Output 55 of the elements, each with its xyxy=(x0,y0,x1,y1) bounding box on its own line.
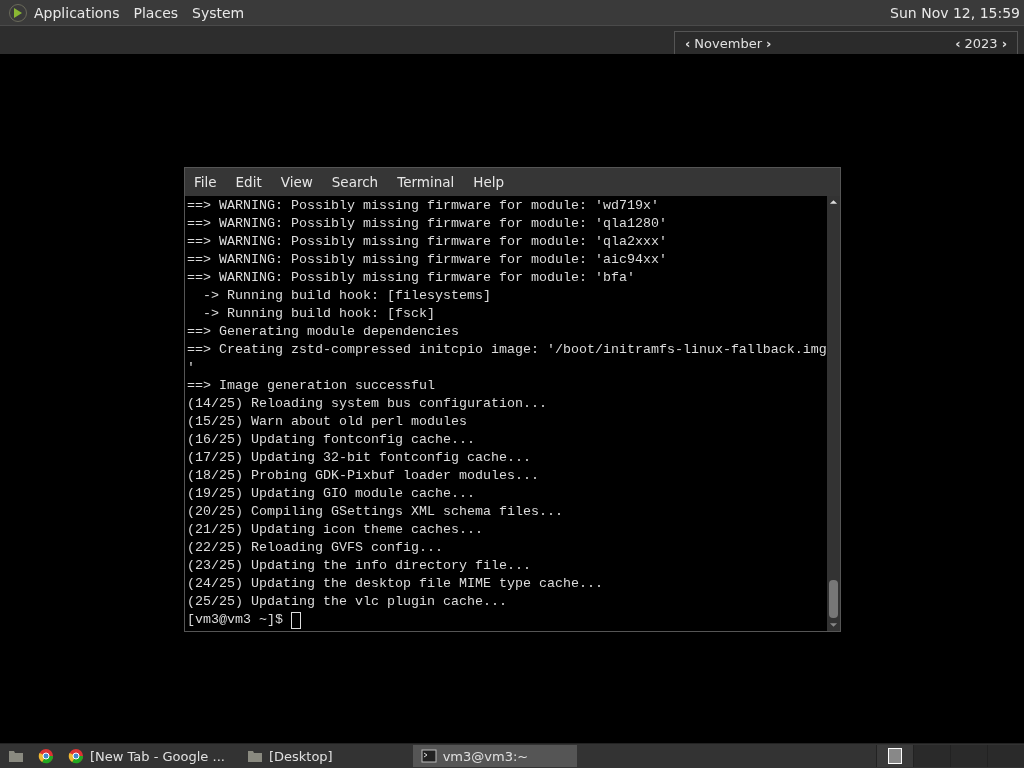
terminal-line: (25/25) Updating the vlc plugin cache... xyxy=(187,593,508,611)
menu-item[interactable]: Edit xyxy=(235,174,262,190)
previous-month-button[interactable]: ‹ xyxy=(681,35,695,51)
workspace-button[interactable] xyxy=(876,745,913,767)
menu-item[interactable]: Search xyxy=(331,174,379,190)
terminal-line: (22/25) Reloading GVFS config... xyxy=(187,539,444,557)
browser-icon xyxy=(68,748,84,764)
terminal-line: ==> Image generation successful xyxy=(187,377,436,395)
terminal-line: ==> WARNING: Possibly missing firmware for module: 'aic94xx' xyxy=(187,251,668,269)
terminal-line: ==> WARNING: Possibly missing firmware for module: 'qla2xxx' xyxy=(187,233,668,251)
scroll-up-icon[interactable] xyxy=(829,199,838,205)
menu-item[interactable]: File xyxy=(194,174,217,190)
terminal-line: ==> Generating module dependencies xyxy=(187,323,460,341)
terminal-line: ' xyxy=(187,359,196,377)
terminal-line: (23/25) Updating the info directory file... xyxy=(187,557,532,575)
month-label: November xyxy=(694,35,762,51)
terminal-line: (15/25) Warn about old perl modules xyxy=(187,413,468,431)
terminal-line: -> Running build hook: [filesystems] xyxy=(202,287,492,305)
terminal-line: (18/25) Probing GDK-Pixbuf loader modules... xyxy=(187,467,540,485)
terminal-line: ==> WARNING: Possibly missing firmware for module: 'qla1280' xyxy=(187,215,668,233)
terminal-line: ==> WARNING: Possibly missing firmware for module: 'wd719x' xyxy=(187,197,660,215)
clock[interactable]: Sun Nov 12, 15:59 xyxy=(890,4,1020,21)
terminal-line: (19/25) Updating GIO module cache... xyxy=(187,485,476,503)
menu-item[interactable]: Terminal xyxy=(397,174,455,190)
taskbar-button[interactable]: vm3@vm3:~ xyxy=(412,745,577,767)
terminal-line: (20/25) Compiling GSettings XML schema files... xyxy=(187,503,564,521)
panel-menu[interactable]: System xyxy=(192,4,245,21)
next-year-button[interactable]: › xyxy=(997,35,1011,51)
scroll-down-icon[interactable] xyxy=(829,622,838,628)
previous-year-button[interactable]: ‹ xyxy=(951,35,965,51)
terminal-line: (21/25) Updating icon theme caches... xyxy=(187,521,484,539)
terminal-line: (24/25) Updating the desktop file MIME type cache... xyxy=(187,575,604,593)
logo-icon[interactable] xyxy=(8,2,28,23)
terminal-line: (17/25) Updating 32-bit fontconfig cache... xyxy=(187,449,532,467)
folder-icon xyxy=(246,748,263,764)
scroll-thumb[interactable] xyxy=(829,580,838,618)
terminal-line: -> Running build hook: [fsck] xyxy=(202,305,436,323)
terminal-line: ==> Creating zstd-compressed initcpio image: '/boot/initramfs-linux-fallback.img xyxy=(187,341,827,359)
folder-icon[interactable] xyxy=(8,748,24,764)
taskbar-button[interactable]: [Desktop] xyxy=(238,745,347,767)
panel-menu[interactable]: Applications xyxy=(34,4,120,21)
scrollbar[interactable] xyxy=(827,196,840,631)
terminal-icon xyxy=(420,748,437,764)
next-month-button[interactable]: › xyxy=(762,35,776,51)
panel-menu[interactable]: Places xyxy=(133,4,179,21)
terminal-line: (16/25) Updating fontconfig cache... xyxy=(187,431,476,449)
terminal-line: (14/25) Reloading system bus configuration... xyxy=(187,395,548,413)
menu-item[interactable]: Help xyxy=(473,174,505,190)
terminal-line: ==> WARNING: Possibly missing firmware for module: 'bfa' xyxy=(187,269,636,287)
shell-prompt: [vm3@vm3 ~]$ xyxy=(187,611,283,629)
text-cursor xyxy=(291,611,301,629)
browser-icon[interactable] xyxy=(38,748,54,764)
menu-item[interactable]: View xyxy=(280,174,313,190)
taskbar-button[interactable]: [New Tab - Google ... xyxy=(60,745,239,767)
year-label: 2023 xyxy=(964,35,998,51)
